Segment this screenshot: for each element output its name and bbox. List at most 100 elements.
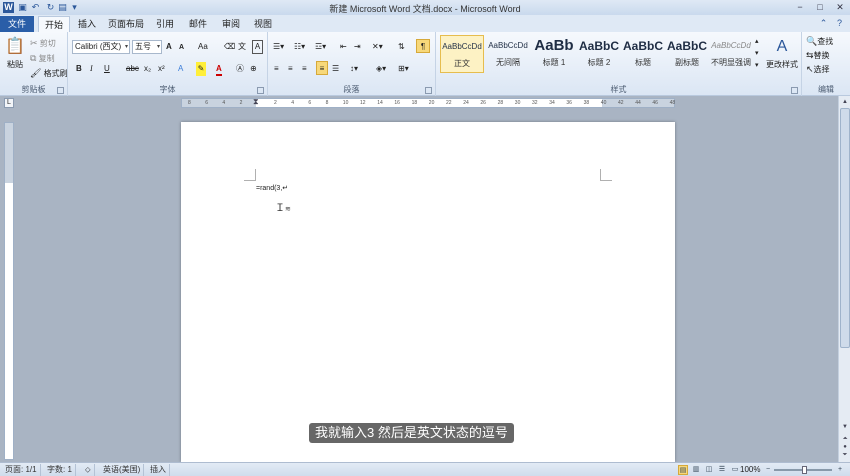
style-sample: AaBbCcDd xyxy=(488,41,528,50)
styles-scroll-icon[interactable]: ▴ ▾ ▾ xyxy=(755,36,759,72)
shrink-font-button[interactable]: A xyxy=(179,41,184,55)
replace-button[interactable]: ⇆替换 xyxy=(806,48,830,62)
scroll-down-icon[interactable]: ▼ xyxy=(840,422,850,432)
minimize-button[interactable]: − xyxy=(790,1,810,13)
ruler-tick-label: 22 xyxy=(446,100,452,106)
align-left-icon[interactable]: ≡ xyxy=(274,62,279,76)
tab-file[interactable]: 文件 xyxy=(0,16,34,32)
draft-view-icon[interactable]: ▭ xyxy=(730,465,740,475)
grow-font-button[interactable]: A xyxy=(166,40,172,54)
style-name: 无间隔 xyxy=(496,58,520,67)
font-size-select[interactable]: 五号 ▾ xyxy=(132,40,162,54)
borders-icon[interactable]: ⊞▾ xyxy=(398,62,409,76)
ruler-tick-label: 26 xyxy=(480,100,486,106)
scroll-thumb[interactable] xyxy=(840,108,850,348)
style-heading-1[interactable]: AaBb 标题 1 xyxy=(532,35,576,73)
tab-insert[interactable]: 插入 xyxy=(72,16,102,32)
styles-launcher-icon[interactable] xyxy=(791,87,798,94)
print-layout-icon[interactable]: ▤ xyxy=(678,465,688,475)
shading-icon[interactable]: ◈▾ xyxy=(376,62,386,76)
next-page-icon[interactable]: ⏷ xyxy=(840,450,850,460)
full-screen-reading-icon[interactable]: ▥ xyxy=(691,465,701,475)
copy-button[interactable]: ⧉ 复制 xyxy=(30,51,55,65)
font-name-select[interactable]: Calibri (西文) ▾ xyxy=(72,40,130,54)
copy-icon: ⧉ xyxy=(30,53,37,63)
text-effect-icon[interactable]: A xyxy=(178,62,183,76)
distributed-icon[interactable]: ☰ xyxy=(332,62,339,76)
tab-mailings[interactable]: 邮件 xyxy=(183,16,213,32)
format-painter-button[interactable]: 🖌 格式刷 xyxy=(30,66,68,80)
scissors-icon: ✂ xyxy=(30,38,38,48)
zoom-level[interactable]: 100% xyxy=(740,464,760,476)
superscript-button[interactable]: x² xyxy=(158,62,165,76)
style-title[interactable]: AaBbC 标题 xyxy=(621,35,665,73)
style-normal[interactable]: AaBbCcDd 正文 xyxy=(440,35,484,73)
char-border-icon[interactable]: A xyxy=(252,40,263,54)
align-center-icon[interactable]: ≡ xyxy=(288,62,293,76)
paragraph-launcher-icon[interactable] xyxy=(425,87,432,94)
align-right-icon[interactable]: ≡ xyxy=(302,62,307,76)
tab-home[interactable]: 开始 xyxy=(38,16,70,32)
word-count[interactable]: 字数: 1 xyxy=(44,464,76,476)
vertical-ruler[interactable] xyxy=(4,122,14,460)
scroll-up-icon[interactable]: ▲ xyxy=(840,97,850,107)
maximize-button[interactable]: □ xyxy=(810,1,830,13)
help-icon[interactable]: ? xyxy=(834,18,845,29)
show-marks-icon[interactable]: ¶ xyxy=(416,39,430,53)
tab-selector[interactable]: L xyxy=(4,98,14,108)
style-subtle-emphasis[interactable]: AaBbCcDd 不明显强调 xyxy=(709,35,753,73)
paste-button[interactable]: 📋 粘贴 xyxy=(4,36,26,76)
line-spacing-icon[interactable]: ↕▾ xyxy=(350,62,358,76)
enclosed-char-icon[interactable]: ⊕ xyxy=(250,62,257,76)
ruler-tick-label: 34 xyxy=(549,100,555,106)
outline-view-icon[interactable]: ☰ xyxy=(717,465,727,475)
cut-button[interactable]: ✂ 剪切 xyxy=(30,36,56,50)
style-no-spacing[interactable]: AaBbCcDd 无间隔 xyxy=(486,35,530,73)
style-heading-2[interactable]: AaBbC 标题 2 xyxy=(577,35,621,73)
justify-icon[interactable]: ≡ xyxy=(316,61,328,75)
page-count[interactable]: 页面: 1/1 xyxy=(2,464,41,476)
web-layout-icon[interactable]: ◫ xyxy=(704,465,714,475)
chinese-layout-icon[interactable]: ✕▾ xyxy=(372,40,383,54)
change-styles-button[interactable]: A 更改样式 xyxy=(764,36,800,76)
font-color-button[interactable]: A xyxy=(216,62,222,76)
tab-page-layout[interactable]: 页面布局 xyxy=(104,16,148,32)
tab-references[interactable]: 引用 xyxy=(150,16,180,32)
minimize-ribbon-icon[interactable]: ⌃ xyxy=(818,18,829,29)
font-launcher-icon[interactable] xyxy=(257,87,264,94)
indent-marker-icon[interactable]: ⧗ xyxy=(253,97,259,107)
zoom-in-icon[interactable]: + xyxy=(835,465,845,475)
insert-mode[interactable]: 插入 xyxy=(147,464,170,476)
change-case-button[interactable]: Aa xyxy=(198,40,208,54)
increase-indent-icon[interactable]: ⇥ xyxy=(354,40,361,54)
zoom-slider-thumb[interactable] xyxy=(802,466,807,474)
zoom-out-icon[interactable]: − xyxy=(763,465,773,475)
document-page[interactable]: =rand(3,↵ Ｉ≋ xyxy=(181,122,675,462)
proofing-icon[interactable]: ⬦ xyxy=(82,464,95,476)
style-subtitle[interactable]: AaBbC 副标题 xyxy=(665,35,709,73)
decrease-indent-icon[interactable]: ⇤ xyxy=(340,40,347,54)
clipboard-launcher-icon[interactable] xyxy=(57,87,64,94)
find-button[interactable]: 🔍查找 xyxy=(806,34,833,48)
tab-review[interactable]: 审阅 xyxy=(216,16,246,32)
highlight-icon[interactable]: ✎ xyxy=(196,62,206,76)
bold-button[interactable]: B xyxy=(76,62,82,76)
subscript-button[interactable]: x₂ xyxy=(144,62,151,76)
multilevel-list-icon[interactable]: ☲▾ xyxy=(315,40,326,54)
numbering-icon[interactable]: ☷▾ xyxy=(294,40,305,54)
close-button[interactable]: ✕ xyxy=(830,1,850,13)
document-text[interactable]: =rand(3,↵ xyxy=(256,184,288,192)
char-shading-icon[interactable]: Ⓐ xyxy=(236,62,244,76)
italic-button[interactable]: I xyxy=(90,62,93,76)
language-status[interactable]: 英语(美国) xyxy=(100,464,145,476)
underline-button[interactable]: U xyxy=(104,62,110,76)
clear-format-icon[interactable]: ⌫ xyxy=(224,40,235,54)
phonetic-icon[interactable]: 文 xyxy=(238,40,246,54)
vertical-scrollbar[interactable]: ▲ ▼ ⏶ ● ⏷ xyxy=(838,96,850,462)
strikethrough-button[interactable]: abc xyxy=(126,62,139,76)
bullets-icon[interactable]: ☰▾ xyxy=(273,40,284,54)
tab-view[interactable]: 视图 xyxy=(248,16,278,32)
horizontal-ruler[interactable]: 8 6 4 2 2 4 6 8 10 12 14 16 18 20 22 24 26 28 30 32 34 36 38 40… xyxy=(181,97,675,108)
sort-icon[interactable]: ⇅ xyxy=(398,40,405,54)
select-button[interactable]: ↖选择 xyxy=(806,62,830,76)
